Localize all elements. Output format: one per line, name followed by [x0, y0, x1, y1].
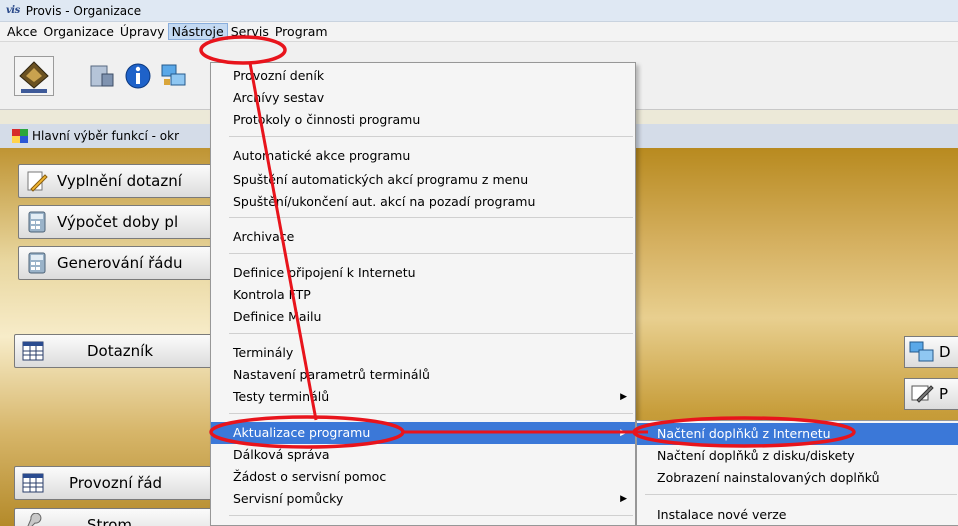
aktualizace-submenu: Načtení doplňků z Internetu Načtení dopl…: [636, 420, 958, 526]
submenu-item-instalace-verze[interactable]: Instalace nové verze: [637, 504, 958, 525]
info-icon[interactable]: [124, 62, 152, 90]
dotaznik-button[interactable]: Dotazník: [14, 334, 214, 368]
calculator-icon: [28, 252, 46, 274]
menu-item-nastaveni-terminalu[interactable]: Nastavení parametrů terminálů: [211, 364, 635, 386]
menu-item-testy-terminalu[interactable]: Testy terminálů ▶: [211, 386, 635, 408]
menu-separator: [229, 333, 633, 334]
title-bar: vis Provis - Organizace: [0, 0, 958, 22]
menu-separator: [229, 413, 633, 414]
menu-nastroje[interactable]: Nástroje: [167, 23, 228, 40]
menu-organizace[interactable]: Organizace: [40, 24, 117, 39]
menu-item-dalkova-sprava[interactable]: Dálková správa: [211, 444, 635, 466]
menu-program[interactable]: Program: [272, 24, 331, 39]
app-logo: vis: [6, 5, 20, 16]
menu-upravy[interactable]: Úpravy: [117, 24, 168, 39]
generovani-button[interactable]: Generování řádu: [18, 246, 218, 280]
menu-separator: [229, 136, 633, 137]
vypocet-button[interactable]: Výpočet doby pl: [18, 205, 218, 239]
menu-item-terminaly[interactable]: Terminály: [211, 342, 635, 364]
right-p-label: P: [939, 385, 949, 403]
strom-button[interactable]: Strom: [14, 508, 214, 526]
right-p-button[interactable]: P: [904, 378, 958, 410]
menu-separator: [229, 515, 633, 516]
vyplneni-dotazniku-button[interactable]: Vyplnění dotazní: [18, 164, 218, 198]
menu-separator: [229, 253, 633, 254]
table-icon: [22, 473, 44, 493]
menu-bar: Akce Organizace Úpravy Nástroje Servis P…: [0, 22, 958, 42]
menu-separator: [645, 494, 957, 495]
pencil-icon: [27, 171, 48, 192]
menu-akce[interactable]: Akce: [4, 24, 40, 39]
submenu-item-nacteni-disk[interactable]: Načtení doplňků z disku/diskety: [637, 445, 958, 467]
menu-item-definice-internetu[interactable]: Definice připojení k Internetu: [211, 262, 635, 284]
generovani-label: Generování řádu: [57, 254, 183, 272]
submenu-item-zobrazeni-doplnku[interactable]: Zobrazení nainstalovaných doplňků: [637, 467, 958, 489]
right-d-button[interactable]: D: [904, 336, 958, 368]
menu-item-spusteni-z-menu[interactable]: Spuštění automatických akcí programu z m…: [211, 169, 635, 191]
calculator-icon: [28, 211, 46, 233]
wrench-icon: [27, 513, 42, 526]
hand-pencil-icon: [911, 385, 934, 403]
window-title: Provis - Organizace: [25, 3, 142, 18]
menu-item-aktualizace-programu[interactable]: Aktualizace programu ▶: [211, 422, 635, 444]
menu-item-servisni-pomucky[interactable]: Servisní pomůcky ▶: [211, 488, 635, 510]
menu-item-archivy-sestav[interactable]: Archívy sestav: [211, 87, 635, 109]
nastroje-dropdown-menu: Provozní deník Archívy sestav Protokoly …: [210, 62, 636, 526]
menu-separator: [229, 217, 633, 218]
diamond-logo-icon: [15, 57, 53, 95]
testy-terminalu-label: Testy terminálů: [233, 389, 330, 404]
table-icon: [22, 341, 44, 361]
submenu-arrow-icon: ▶: [620, 494, 627, 504]
network-icon: [909, 341, 934, 362]
menu-item-archivace[interactable]: Archivace: [211, 226, 635, 248]
vyplneni-label: Vyplnění dotazní: [57, 172, 182, 190]
aktualizace-label: Aktualizace programu: [233, 425, 371, 440]
menu-item-zadost-o-pomoc[interactable]: Žádost o servisní pomoc: [211, 466, 635, 488]
provozni-rad-button[interactable]: Provozní řád: [14, 466, 214, 500]
menu-item-definice-mailu[interactable]: Definice Mailu: [211, 306, 635, 328]
menu-item-spusteni-na-pozadi[interactable]: Spuštění/ukončení aut. akcí na pozadí pr…: [211, 191, 635, 213]
menu-item-provozni-denik[interactable]: Provozní deník: [211, 65, 635, 87]
network-icon[interactable]: [160, 62, 188, 90]
servisni-pomucky-label: Servisní pomůcky: [233, 491, 344, 506]
submenu-arrow-icon: ▶: [620, 428, 627, 438]
menu-item-kontrola-ftp[interactable]: Kontrola FTP: [211, 284, 635, 306]
menu-item-protokoly[interactable]: Protokoly o činnosti programu: [211, 109, 635, 131]
provozni-rad-label: Provozní řád: [69, 474, 163, 492]
dotaznik-label: Dotazník: [87, 342, 154, 360]
panel-title: Hlavní výběr funkcí - okr: [32, 129, 180, 143]
window-icon: [12, 129, 28, 143]
home-toolbar-button[interactable]: [14, 56, 54, 96]
right-d-label: D: [939, 343, 951, 361]
strom-label: Strom: [87, 516, 133, 526]
vypocet-label: Výpočet doby pl: [57, 213, 179, 231]
submenu-item-nacteni-internet[interactable]: Načtení doplňků z Internetu: [637, 423, 958, 445]
submenu-arrow-icon: ▶: [620, 392, 627, 402]
menu-servis[interactable]: Servis: [228, 24, 272, 39]
tools-icon[interactable]: [88, 62, 116, 90]
menu-item-automaticke-akce[interactable]: Automatické akce programu: [211, 145, 635, 167]
